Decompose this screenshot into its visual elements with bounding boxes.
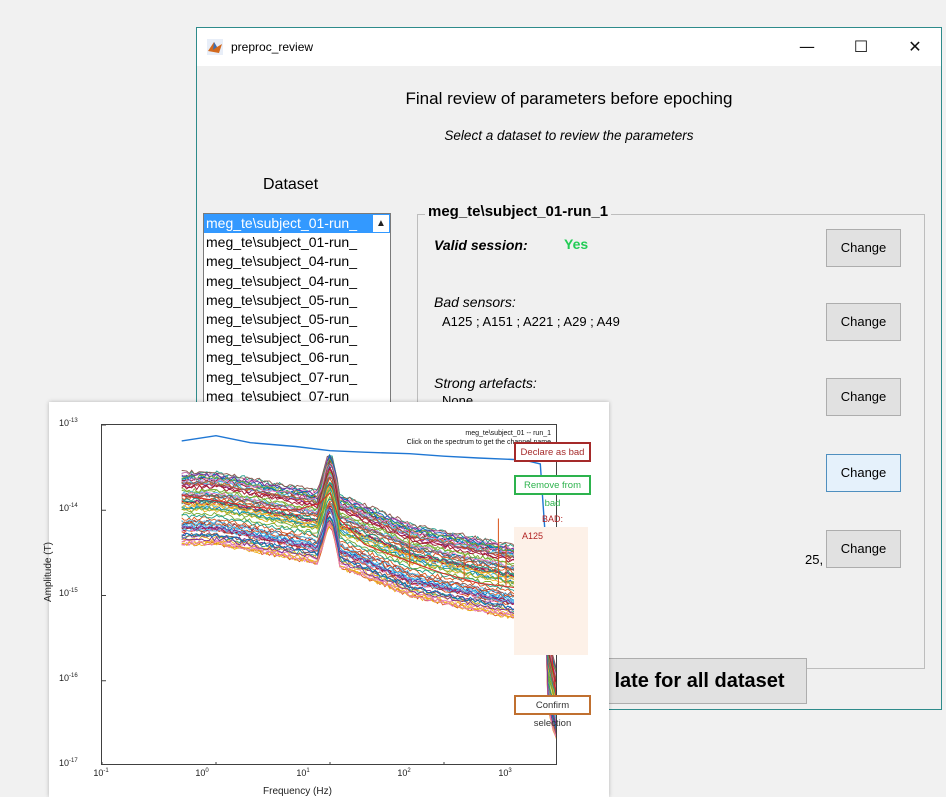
change-bad-sensors-button[interactable]: Change: [826, 303, 901, 341]
dataset-list-item[interactable]: meg_te\subject_06-run_: [204, 329, 390, 348]
x-tick-label: 102: [397, 768, 410, 778]
y-axis-label: Amplitude (T): [43, 541, 54, 602]
y-tick-exponent: -15: [69, 588, 78, 594]
y-tick-exponent: -17: [69, 758, 78, 764]
spectrum-plot-axes[interactable]: meg_te\subject_01 -- run_1 Click on the …: [101, 424, 557, 765]
confirm-selection-button[interactable]: Confirm selection: [514, 695, 591, 729]
y-tick-base: 10: [59, 418, 70, 428]
strong-artefacts-label: Strong artefacts:: [434, 375, 537, 391]
channel-spectrum-line[interactable]: [181, 484, 557, 706]
y-tick-label: 10-17: [59, 758, 78, 768]
x-tick-exponent: 3: [508, 768, 512, 774]
bad-list-title: BAD:: [541, 514, 563, 524]
dataset-list-item[interactable]: meg_te\subject_01-run_: [204, 214, 390, 234]
bad-sensors-label: Bad sensors:: [434, 294, 516, 310]
y-tick-base: 10: [59, 503, 70, 513]
y-tick-exponent: -16: [69, 673, 78, 679]
minimize-button[interactable]: —: [784, 34, 830, 60]
y-tick-label: 10-15: [59, 588, 78, 598]
spectrum-svg[interactable]: [102, 425, 557, 765]
declare-bad-button[interactable]: Declare as bad: [514, 442, 591, 462]
change-artefacts-button[interactable]: Change: [826, 378, 901, 416]
page-subheading: Select a dataset to review the parameter…: [444, 128, 694, 143]
dataset-list-item[interactable]: meg_te\subject_05-run_: [204, 310, 390, 329]
x-tick-label: 100: [195, 768, 208, 778]
series-line[interactable]: [181, 434, 557, 615]
title-bar: preproc_review — ☐ ✕: [197, 28, 941, 66]
dataset-list-item[interactable]: meg_te\subject_07-run_: [204, 368, 390, 387]
y-tick-label: 10-13: [59, 418, 78, 428]
scroll-up-arrow-icon[interactable]: ▲: [373, 215, 389, 232]
y-tick-label: 10-14: [59, 503, 78, 513]
x-tick-base: 10: [397, 768, 408, 778]
remove-from-bad-button[interactable]: Remove from bad: [514, 475, 591, 509]
maximize-button[interactable]: ☐: [838, 34, 884, 60]
dataset-list-item[interactable]: meg_te\subject_05-run_: [204, 291, 390, 310]
change-section-4-button[interactable]: Change: [826, 454, 901, 492]
valid-session-value: Yes: [564, 236, 589, 252]
y-tick-base: 10: [59, 758, 70, 768]
dataset-list-item[interactable]: meg_te\subject_04-run_: [204, 272, 390, 291]
x-tick-exponent: -1: [103, 768, 109, 774]
bad-channels-list[interactable]: A125: [514, 527, 588, 655]
x-tick-exponent: 1: [306, 768, 310, 774]
dataset-label: Dataset: [263, 176, 319, 193]
x-tick-exponent: 2: [407, 768, 411, 774]
panel-title: meg_te\subject_01-run_1: [425, 203, 612, 220]
page-heading: Final review of parameters before epochi…: [405, 89, 733, 108]
valid-session-label: Valid session:: [434, 237, 528, 253]
x-tick-base: 10: [93, 768, 104, 778]
y-tick-exponent: -13: [69, 418, 78, 424]
dataset-list-item[interactable]: meg_te\subject_01-run_: [204, 233, 390, 252]
change-bad-trials-button[interactable]: Change: [826, 530, 901, 568]
plot-title-line-1: meg_te\subject_01 -- run_1: [465, 430, 551, 437]
y-tick-label: 10-16: [59, 673, 78, 683]
x-axis-label: Frequency (Hz): [263, 786, 332, 797]
matlab-icon: [207, 39, 223, 55]
bad-channel-item[interactable]: A125: [522, 531, 543, 541]
bad-sensors-value: A125 ; A151 ; A221 ; A29 ; A49: [442, 314, 620, 329]
close-button[interactable]: ✕: [892, 34, 938, 60]
window-title: preproc_review: [231, 40, 314, 54]
dataset-list-item[interactable]: meg_te\subject_06-run_: [204, 348, 390, 367]
y-tick-base: 10: [59, 673, 70, 683]
dataset-list-item[interactable]: meg_te\subject_04-run_: [204, 252, 390, 271]
dataset-listbox[interactable]: meg_te\subject_01-run_ meg_te\subject_01-…: [203, 213, 391, 413]
x-tick-exponent: 0: [205, 768, 209, 774]
x-tick-base: 10: [498, 768, 509, 778]
x-tick-label: 10-1: [93, 768, 108, 778]
y-tick-exponent: -14: [69, 503, 78, 509]
spectrum-figure: meg_te\subject_01 -- run_1 Click on the …: [43, 402, 609, 797]
x-tick-label: 103: [498, 768, 511, 778]
x-tick-base: 10: [296, 768, 307, 778]
x-tick-base: 10: [195, 768, 206, 778]
change-valid-button[interactable]: Change: [826, 229, 901, 267]
x-tick-label: 101: [296, 768, 309, 778]
y-tick-base: 10: [59, 588, 70, 598]
